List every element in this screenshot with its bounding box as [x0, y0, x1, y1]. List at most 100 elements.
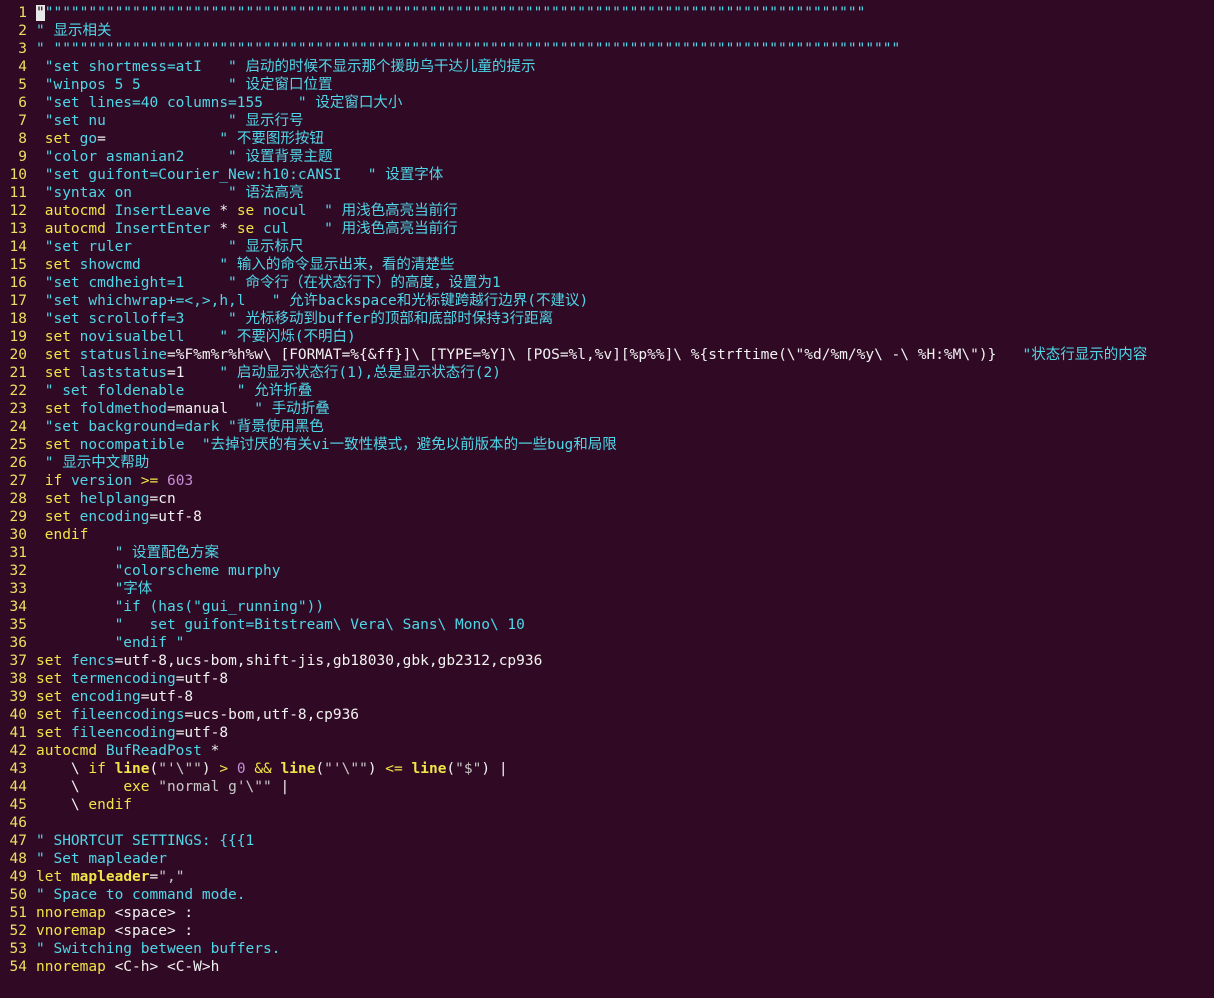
code-line[interactable]: 4 "set shortmess=atI " 启动的时候不显示那个援助乌干达儿童…	[0, 58, 1214, 76]
code-line[interactable]: 52 vnoremap <space> :	[0, 922, 1214, 940]
code-text: \ if line("'\"") > 0 && line("'\"") <= l…	[36, 761, 508, 777]
code-line[interactable]: 5 "winpos 5 5 " 设定窗口位置	[0, 76, 1214, 94]
code-line[interactable]: 34 "if (has("gui_running"))	[0, 598, 1214, 616]
code-line[interactable]: 6 "set lines=40 columns=155 " 设定窗口大小	[0, 94, 1214, 112]
code-line[interactable]: 23 set foldmethod=manual " 手动折叠	[0, 400, 1214, 418]
code-token: " set foldenable " 允许折叠	[36, 383, 313, 399]
code-token: " 不要图形按钮	[219, 131, 324, 147]
line-number: 12	[9, 203, 27, 219]
code-token: version	[70, 473, 133, 489]
code-text: nnoremap <space> :	[36, 905, 193, 921]
code-token: cul	[263, 221, 290, 237]
line-number: 24	[9, 419, 27, 435]
code-line[interactable]: 51 nnoremap <space> :	[0, 904, 1214, 922]
code-token: "set ruler " 显示标尺	[36, 239, 304, 255]
code-line[interactable]: 39 set encoding=utf-8	[0, 688, 1214, 706]
code-line[interactable]: 2 " 显示相关	[0, 22, 1214, 40]
code-token: "endif "	[36, 635, 185, 651]
code-line[interactable]: 32 "colorscheme murphy	[0, 562, 1214, 580]
code-line[interactable]: 54 nnoremap <C-h> <C-W>h	[0, 958, 1214, 976]
code-line[interactable]: 33 "字体	[0, 580, 1214, 598]
code-line[interactable]: 30 endif	[0, 526, 1214, 544]
line-number: 42	[9, 743, 27, 759]
code-line[interactable]: 38 set termencoding=utf-8	[0, 670, 1214, 688]
code-line[interactable]: 1 """""""""""""""""""""""""""""""""""""""…	[0, 4, 1214, 22]
code-line[interactable]: 10 "set guifont=Courier_New:h10:cANSI " …	[0, 166, 1214, 184]
code-line[interactable]: 14 "set ruler " 显示标尺	[0, 238, 1214, 256]
code-line[interactable]: 49 let mapleader=","	[0, 868, 1214, 886]
code-token: \	[36, 779, 124, 795]
code-line[interactable]: 27 if version >= 603	[0, 472, 1214, 490]
code-line[interactable]: 36 "endif "	[0, 634, 1214, 652]
code-line[interactable]: 40 set fileencodings=ucs-bom,utf-8,cp936	[0, 706, 1214, 724]
code-line[interactable]: 43 \ if line("'\"") > 0 && line("'\"") <…	[0, 760, 1214, 778]
line-number: 8	[18, 131, 27, 147]
code-text: set encoding=utf-8	[36, 509, 202, 525]
code-line[interactable]: 46	[0, 814, 1214, 832]
code-line[interactable]: 17 "set whichwrap+=<,>,h,l " 允许backspace…	[0, 292, 1214, 310]
code-token: " 显示中文帮助	[36, 455, 150, 471]
code-line[interactable]: 31 " 设置配色方案	[0, 544, 1214, 562]
code-token: InsertLeave	[114, 203, 211, 219]
code-line[interactable]: 20 set statusline=%F%m%r%h%w\ [FORMAT=%{…	[0, 346, 1214, 364]
code-token: endif	[88, 797, 133, 813]
code-text: " 显示中文帮助	[36, 455, 149, 471]
code-line[interactable]: 22 " set foldenable " 允许折叠	[0, 382, 1214, 400]
code-line[interactable]: 47 " SHORTCUT SETTINGS: {{{1	[0, 832, 1214, 850]
code-line[interactable]: 28 set helplang=cn	[0, 490, 1214, 508]
code-line[interactable]: 16 "set cmdheight=1 " 命令行（在状态行下）的高度，设置为1	[0, 274, 1214, 292]
line-number: 37	[9, 653, 27, 669]
code-token: if	[88, 761, 106, 777]
code-text: "colorscheme murphy	[36, 563, 281, 579]
code-line[interactable]: 24 "set background=dark "背景使用黑色	[0, 418, 1214, 436]
code-line[interactable]: 29 set encoding=utf-8	[0, 508, 1214, 526]
code-line[interactable]: 41 set fileencoding=utf-8	[0, 724, 1214, 742]
line-number: 6	[18, 95, 27, 111]
code-line[interactable]: 42 autocmd BufReadPost *	[0, 742, 1214, 760]
code-token: endif	[44, 527, 89, 543]
code-token: line	[411, 761, 447, 777]
code-line[interactable]: 37 set fencs=utf-8,ucs-bom,shift-jis,gb18…	[0, 652, 1214, 670]
code-token: termencoding	[70, 671, 176, 687]
code-line[interactable]: 21 set laststatus=1 " 启动显示状态行(1),总是显示状态行…	[0, 364, 1214, 382]
line-number: 23	[9, 401, 27, 417]
code-token: "去掉讨厌的有关vi一致性模式，避免以前版本的一些bug和局限	[201, 437, 617, 453]
code-token: autocmd	[36, 743, 98, 759]
code-text: set fileencoding=utf-8	[36, 725, 228, 741]
code-text: " Switching between buffers.	[36, 941, 280, 957]
code-token: BufReadPost	[105, 743, 202, 759]
code-line[interactable]: 45 \ endif	[0, 796, 1214, 814]
code-text: "set nu " 显示行号	[36, 113, 304, 129]
code-line[interactable]: 53 " Switching between buffers.	[0, 940, 1214, 958]
vim-editor[interactable]: 1 """""""""""""""""""""""""""""""""""""""…	[0, 4, 1214, 998]
code-token: =utf-8	[175, 671, 229, 687]
code-line[interactable]: 8 set go= " 不要图形按钮	[0, 130, 1214, 148]
code-line[interactable]: 26 " 显示中文帮助	[0, 454, 1214, 472]
code-line[interactable]: 48 " Set mapleader	[0, 850, 1214, 868]
code-text: "winpos 5 5 " 设定窗口位置	[36, 77, 333, 93]
code-token: *	[210, 203, 237, 219]
code-line[interactable]: 15 set showcmd " 输入的命令显示出来，看的清楚些	[0, 256, 1214, 274]
code-line[interactable]: 12 autocmd InsertLeave * se nocul " 用浅色高…	[0, 202, 1214, 220]
code-token: "color asmanian2 " 设置背景主题	[36, 149, 333, 165]
code-line[interactable]: 7 "set nu " 显示行号	[0, 112, 1214, 130]
line-number: 14	[9, 239, 27, 255]
code-line[interactable]: 3 " """""""""""""""""""""""""""""""""""""…	[0, 40, 1214, 58]
code-line[interactable]: 18 "set scrolloff=3 " 光标移动到buffer的顶部和底部时…	[0, 310, 1214, 328]
code-line[interactable]: 11 "syntax on " 语法高亮	[0, 184, 1214, 202]
code-line[interactable]: 9 "color asmanian2 " 设置背景主题	[0, 148, 1214, 166]
code-text: "set guifont=Courier_New:h10:cANSI " 设置字…	[36, 167, 443, 183]
code-line[interactable]: 35 " set guifont=Bitstream\ Vera\ Sans\ …	[0, 616, 1214, 634]
code-line[interactable]: 50 " Space to command mode.	[0, 886, 1214, 904]
code-line[interactable]: 44 \ exe "normal g'\"" |	[0, 778, 1214, 796]
code-line[interactable]: 25 set nocompatible "去掉讨厌的有关vi一致性模式，避免以前…	[0, 436, 1214, 454]
code-text: "if (has("gui_running"))	[36, 599, 325, 615]
code-line[interactable]: 13 autocmd InsertEnter * se cul " 用浅色高亮当…	[0, 220, 1214, 238]
code-text: \ exe "normal g'\"" |	[36, 779, 289, 795]
code-token: &&	[254, 761, 272, 777]
code-line[interactable]: 19 set novisualbell " 不要闪烁(不明白)	[0, 328, 1214, 346]
